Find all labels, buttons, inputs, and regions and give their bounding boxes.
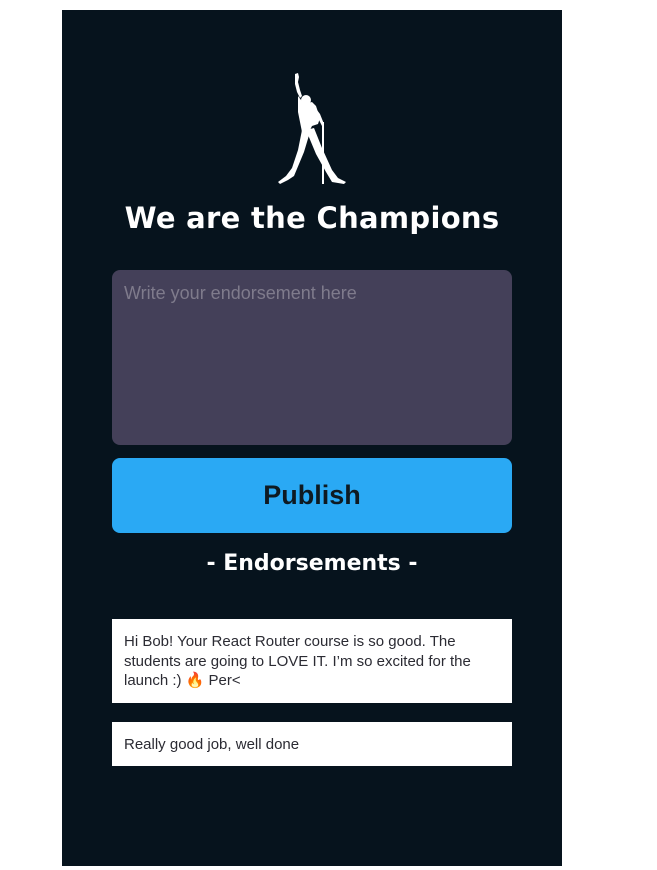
endorsement-text: Really good job, well done bbox=[124, 735, 300, 753]
endorsements-heading: - Endorsements - bbox=[206, 551, 418, 576]
page-title: We are the Champions bbox=[124, 201, 500, 235]
endorsement-card[interactable]: Hi Bob! Your React Router course is so g… bbox=[112, 619, 512, 703]
app-container: We are the Champions Publish - Endorseme… bbox=[62, 10, 562, 866]
endorsement-text: Hi Bob! Your React Router course is so g… bbox=[124, 633, 471, 689]
publish-button[interactable]: Publish bbox=[112, 458, 512, 533]
champion-silhouette-icon bbox=[278, 73, 346, 184]
endorsement-card[interactable]: Really good job, well done bbox=[112, 721, 512, 766]
endorsement-input[interactable] bbox=[112, 270, 512, 445]
endorsements-list: Hi Bob! Your React Router course is so g… bbox=[112, 619, 512, 785]
